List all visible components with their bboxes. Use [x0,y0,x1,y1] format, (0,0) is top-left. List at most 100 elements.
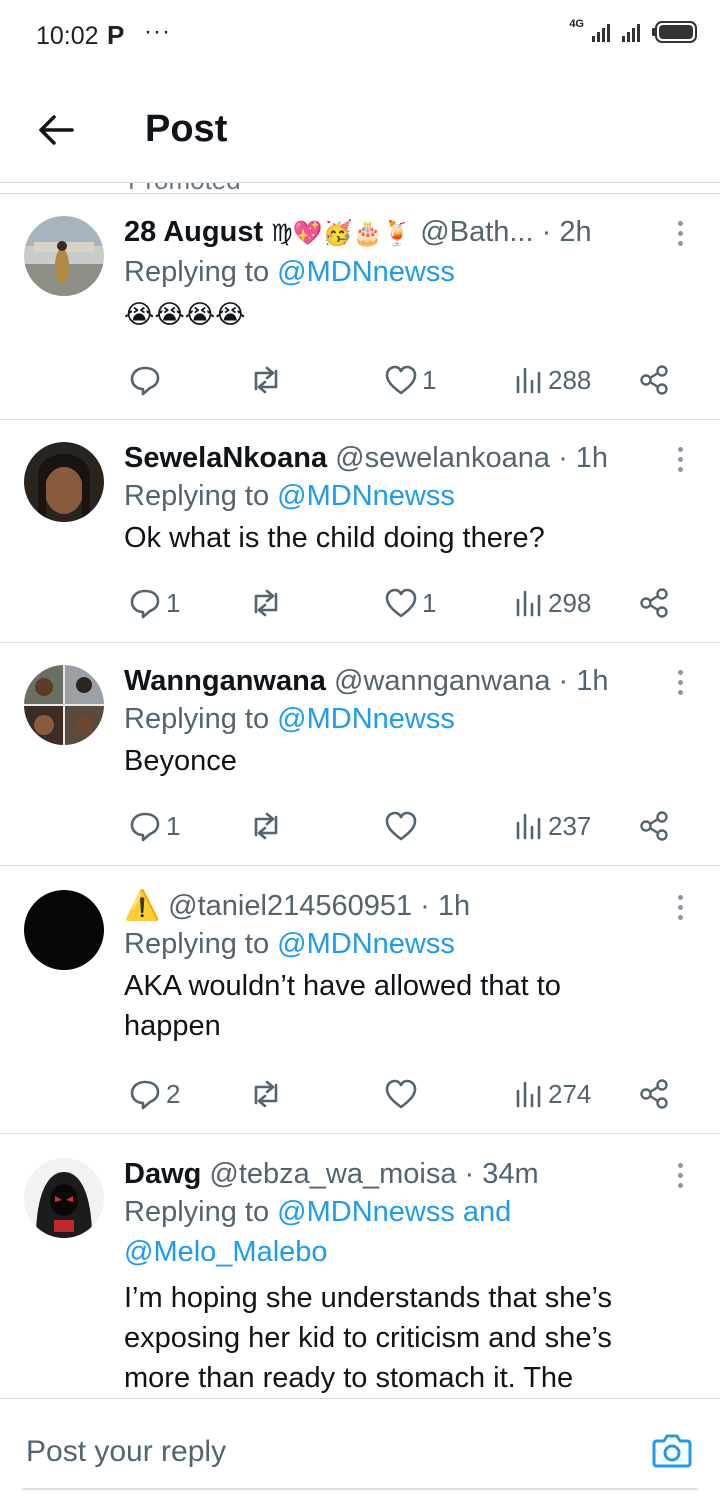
tweet-header: SewelaNkoana @sewelankoana · 1h [124,440,660,476]
tweet-actions: 1 1 298 [128,583,688,623]
replies-feed[interactable]: 28 August ♍💖🥳🎂🍹 @Bath... · 2h Replying t… [0,194,720,1398]
repost-button[interactable] [248,360,288,400]
reply-composer-bar[interactable]: Post your reply [0,1398,720,1500]
like-button[interactable] [384,806,422,846]
display-name[interactable]: ⚠️ [124,890,160,922]
tweet-header: Dawg @tebza_wa_moisa · 34m [124,1156,660,1192]
replying-to-prefix: Replying to [124,256,278,288]
like-count: 1 [422,587,437,618]
like-button[interactable]: 1 [384,583,436,623]
avatar[interactable] [24,890,104,970]
tweet-header: 28 August ♍💖🥳🎂🍹 @Bath... · 2h [124,214,660,252]
user-handle[interactable]: @Bath... [420,216,533,248]
tweet-actions: 1 288 [128,360,688,400]
views-icon [516,590,541,617]
reply-divider [22,1488,698,1490]
timestamp: · 2h [541,216,592,248]
more-options-button[interactable] [670,444,690,474]
share-icon [640,1079,668,1109]
mention-link[interactable]: @MDNnewss [277,256,455,288]
avatar[interactable] [24,442,104,522]
reply-input[interactable]: Post your reply [26,1435,226,1469]
share-button[interactable] [638,806,670,846]
views-button[interactable]: 288 [514,360,591,400]
reply-tweet[interactable]: Dawg @tebza_wa_moisa · 34m Replying to @… [0,1134,720,1398]
more-options-button[interactable] [670,667,690,697]
reply-button[interactable]: 2 [128,1074,180,1114]
repost-icon [254,812,278,840]
back-button[interactable] [34,108,78,152]
tweet-text: Ok what is the child doing there? [124,522,545,554]
camera-icon [652,1434,692,1468]
more-notifications-icon: ··· [144,18,171,45]
reply-tweet[interactable]: ⚠️ @taniel214560951 · 1h Replying to @MD… [0,866,720,1134]
reply-button[interactable] [128,360,166,400]
display-name[interactable]: SewelaNkoana [124,442,327,474]
more-options-button[interactable] [670,1160,690,1190]
repost-icon [254,589,278,617]
avatar[interactable] [24,665,104,745]
replying-to-line: Replying to @MDNnewss and @Melo_Malebo [124,1192,544,1272]
repost-button[interactable] [248,806,288,846]
share-button[interactable] [638,583,670,623]
share-button[interactable] [638,360,670,400]
user-handle[interactable]: @tebza_wa_moisa · 34m [209,1158,538,1190]
notification-app-icon: P [107,20,125,50]
tweet-text: I’m hoping she understands that she’s ex… [124,1282,612,1394]
display-name[interactable]: 28 August [124,216,263,248]
user-handle[interactable]: @sewelankoana · 1h [335,442,608,474]
promoted-label: Promoted [128,183,241,193]
share-button[interactable] [638,1074,670,1114]
mention-link[interactable]: @MDNnewss [277,703,455,735]
reply-count: 1 [166,587,181,618]
views-count: 237 [548,810,592,841]
replying-to-line: Replying to @MDNnewss [124,699,660,739]
camera-button[interactable] [652,1431,692,1469]
avatar-image [24,216,104,296]
reply-button[interactable]: 1 [128,583,180,623]
share-icon [640,811,668,841]
views-button[interactable]: 237 [514,806,591,846]
reply-icon [130,1080,160,1110]
tweet-text: AKA wouldn’t have allowed that to happen [124,970,561,1042]
repost-button[interactable] [248,583,288,623]
heart-icon [385,588,417,618]
repost-button[interactable] [248,1074,288,1114]
like-count: 1 [422,364,437,395]
avatar[interactable] [24,1158,104,1238]
tweet-text: 😭😭😭😭 [124,299,246,329]
avatar-image [24,890,104,970]
like-button[interactable] [384,1074,422,1114]
reply-tweet[interactable]: 28 August ♍💖🥳🎂🍹 @Bath... · 2h Replying t… [0,194,720,420]
views-button[interactable]: 298 [514,583,591,623]
mention-link[interactable]: @MDNnewss [277,928,455,960]
user-handle[interactable]: @wannganwana · 1h [334,665,609,697]
views-icon [516,1081,541,1108]
heart-icon [385,811,417,841]
avatar-image [24,442,104,522]
replying-to-prefix: Replying to [124,480,278,512]
reply-button[interactable]: 1 [128,806,180,846]
replying-to-prefix: Replying to [124,928,278,960]
status-indicators: 4G [569,18,698,44]
replying-to-prefix: Replying to [124,703,278,735]
reply-tweet[interactable]: Wannganwana @wannganwana · 1h Replying t… [0,643,720,866]
avatar[interactable] [24,216,104,296]
display-name[interactable]: Dawg [124,1158,201,1190]
views-button[interactable]: 274 [514,1074,591,1114]
mention-link[interactable]: @MDNnewss [277,480,455,512]
reply-tweet[interactable]: SewelaNkoana @sewelankoana · 1h Replying… [0,420,720,643]
network-type-label: 4G [569,18,584,30]
display-name[interactable]: Wannganwana [124,665,326,697]
heart-icon [385,365,417,395]
reply-count: 1 [166,810,181,841]
more-options-button[interactable] [670,892,690,922]
views-icon [516,813,541,840]
tweet-text: Beyonce [124,745,237,777]
tweet-actions: 2 274 [128,1074,688,1114]
signal-icon [592,24,610,42]
user-handle[interactable]: @taniel214560951 · 1h [168,890,470,922]
reply-icon [130,366,160,396]
more-options-button[interactable] [670,218,690,248]
like-button[interactable]: 1 [384,360,436,400]
